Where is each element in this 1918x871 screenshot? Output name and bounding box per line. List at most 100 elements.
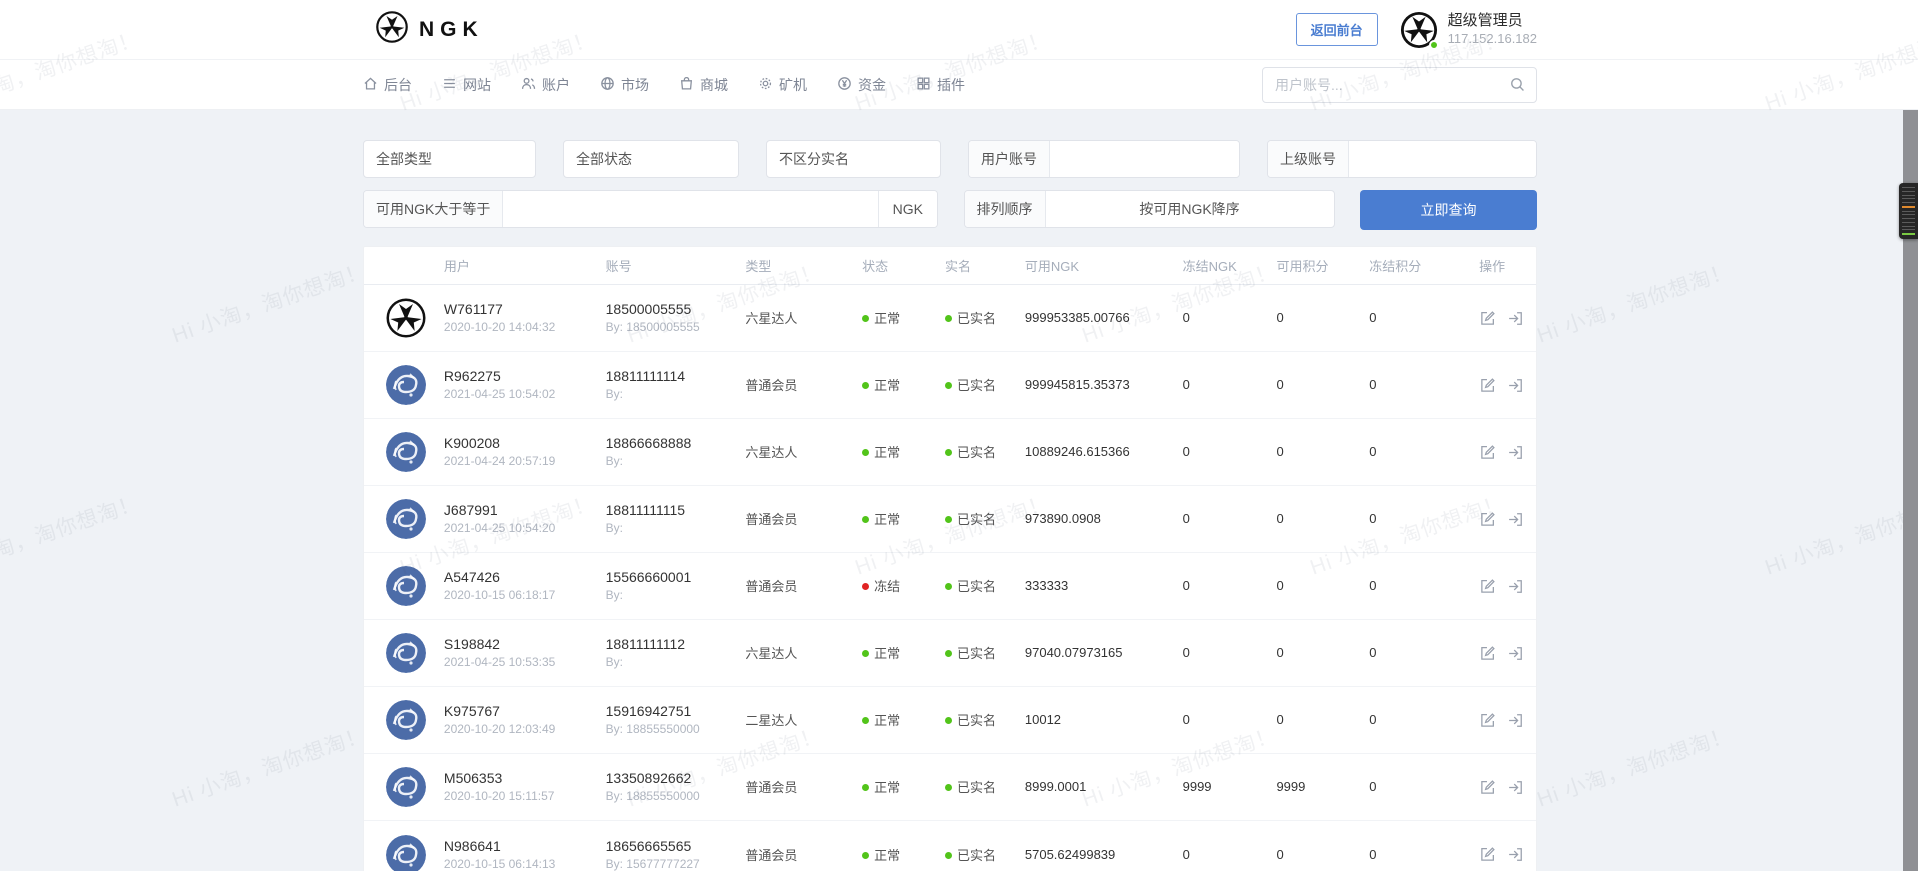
frozen-points: 0 [1369,511,1376,526]
nav-item-backend[interactable]: 后台 [363,75,412,95]
register-time: 2020-10-15 06:18:17 [444,587,606,604]
table-row: W761177 2020-10-20 14:04:32 18500005555 … [364,285,1536,352]
login-as-icon[interactable] [1507,511,1524,528]
edit-icon[interactable] [1479,444,1496,461]
nav-item-funds[interactable]: 资金 [837,75,886,95]
edit-icon[interactable] [1479,310,1496,327]
sort-select[interactable]: 按可用NGK降序 [1046,191,1334,227]
frozen-ngk: 0 [1183,444,1190,459]
available-ngk: 10889246.615366 [1025,444,1130,459]
edit-icon[interactable] [1479,846,1496,863]
table-row: M506353 2020-10-20 15:11:57 13350892662 … [364,754,1536,821]
available-points: 0 [1276,511,1283,526]
login-as-icon[interactable] [1507,310,1524,327]
login-as-icon[interactable] [1507,377,1524,394]
nav-item-accounts[interactable]: 账户 [521,75,570,95]
edit-icon[interactable] [1479,779,1496,796]
login-as-icon[interactable] [1507,578,1524,595]
user-account-input[interactable] [1050,141,1239,177]
gear-icon [758,76,773,94]
frozen-ngk: 0 [1183,511,1190,526]
edit-icon[interactable] [1479,511,1496,528]
available-points: 0 [1276,712,1283,727]
referrer: By: [606,654,746,671]
status-dot [862,717,869,724]
user-avatar [386,432,426,472]
register-time: 2021-04-24 20:57:19 [444,453,606,470]
admin-ip: 117.152.16.182 [1448,31,1537,47]
grid-icon [916,76,931,94]
search-input[interactable] [1262,67,1537,103]
realname-text: 已实名 [957,579,996,594]
realname-text: 已实名 [957,646,996,661]
realname-dot [945,449,952,456]
nav-item-website[interactable]: 网站 [442,75,491,95]
user-account-label: 用户账号 [969,141,1050,177]
nav-item-miners[interactable]: 矿机 [758,75,807,95]
minimap-widget[interactable] [1899,183,1918,239]
edit-icon[interactable] [1479,377,1496,394]
frozen-ngk: 0 [1183,310,1190,325]
member-type: 二星达人 [745,713,797,728]
available-ngk: 333333 [1025,578,1068,593]
user-avatar [386,499,426,539]
col-operations: 操作 [1479,256,1536,275]
account-number: 15566660001 [606,567,746,587]
referrer: By: 15677777227 [606,856,746,871]
admin-profile[interactable]: 超级管理员 117.152.16.182 [1400,11,1537,49]
col-available-points: 可用积分 [1276,256,1369,275]
available-points: 0 [1276,444,1283,459]
ngk-suffix: NGK [878,191,937,227]
parent-account-input[interactable] [1349,141,1536,177]
type-select[interactable]: 全部类型 [363,140,536,178]
search-icon[interactable] [1509,76,1526,98]
back-to-front-button[interactable]: 返回前台 [1296,13,1378,46]
edit-icon[interactable] [1479,578,1496,595]
user-avatar [386,298,426,338]
realname-select[interactable]: 不区分实名 [766,140,941,178]
register-time: 2021-04-25 10:53:35 [444,654,606,671]
login-as-icon[interactable] [1507,779,1524,796]
admin-name: 超级管理员 [1448,12,1537,31]
status-text: 正常 [874,512,900,527]
login-as-icon[interactable] [1507,444,1524,461]
member-type: 普通会员 [745,378,797,393]
edit-icon[interactable] [1479,645,1496,662]
col-realname: 实名 [945,256,1025,275]
referrer: By: 18855550000 [606,788,746,805]
status-text: 正常 [874,445,900,460]
account-number: 18866668888 [606,433,746,453]
register-time: 2020-10-20 12:03:49 [444,721,606,738]
edit-icon[interactable] [1479,712,1496,729]
col-status: 状态 [862,256,945,275]
member-type: 六星达人 [745,311,797,326]
online-status-dot [1429,40,1439,50]
member-type: 六星达人 [745,646,797,661]
login-as-icon[interactable] [1507,712,1524,729]
nav-item-mall[interactable]: 商城 [679,75,728,95]
user-avatar [386,633,426,673]
nav-item-market[interactable]: 市场 [600,75,649,95]
member-type: 普通会员 [745,848,797,863]
login-as-icon[interactable] [1507,846,1524,863]
cart-icon [679,76,694,94]
status-select[interactable]: 全部状态 [563,140,739,178]
status-text: 正常 [874,378,900,393]
status-dot [862,583,869,590]
status-dot [862,449,869,456]
login-as-icon[interactable] [1507,645,1524,662]
table-row: J687991 2021-04-25 10:54:20 18811111115 … [364,486,1536,553]
referrer: By: 18855550000 [606,721,746,738]
nav-item-plugins[interactable]: 插件 [916,75,965,95]
users-icon [521,76,536,94]
available-ngk: 999945815.35373 [1025,377,1130,392]
query-button[interactable]: 立即查询 [1360,190,1537,230]
status-text: 正常 [874,646,900,661]
available-ngk: 8999.0001 [1025,779,1086,794]
status-dot [862,784,869,791]
available-ngk: 97040.07973165 [1025,645,1123,660]
realname-text: 已实名 [957,512,996,527]
ngk-gte-input[interactable] [503,191,877,227]
table-row: S198842 2021-04-25 10:53:35 18811111112 … [364,620,1536,687]
status-text: 正常 [874,780,900,795]
